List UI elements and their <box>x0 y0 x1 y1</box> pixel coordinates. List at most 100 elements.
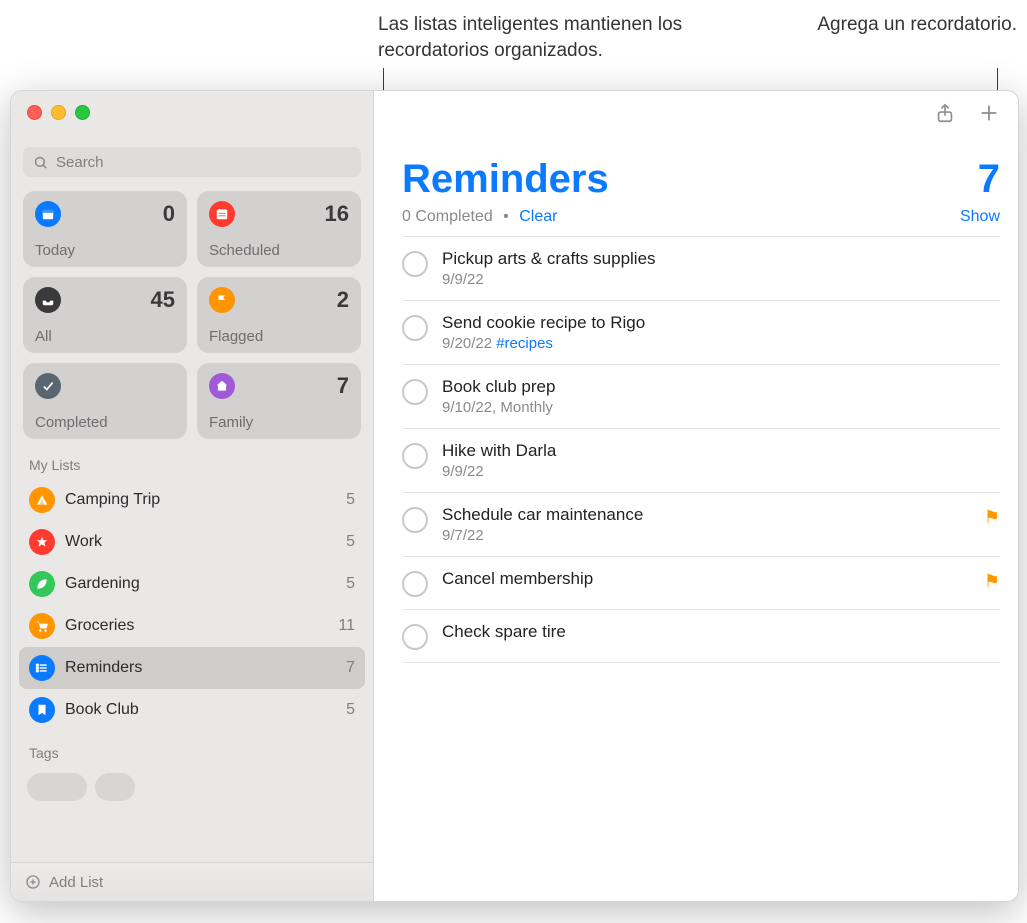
smart-label: Scheduled <box>209 242 349 259</box>
tags-header: Tags <box>11 731 373 767</box>
search-icon <box>33 155 48 170</box>
tag-chip[interactable] <box>27 773 87 801</box>
callout-add-reminder: Agrega un recordatorio. <box>817 12 1017 38</box>
reminder-checkbox[interactable] <box>402 507 428 533</box>
smart-list-all[interactable]: 45 All <box>23 277 187 353</box>
sidebar-list-item[interactable]: Gardening 5 <box>19 563 365 605</box>
tray-icon <box>35 287 61 313</box>
cart-icon <box>29 613 55 639</box>
flag-icon: ⚑ <box>984 571 1000 592</box>
star-icon <box>29 529 55 555</box>
list-name: Groceries <box>65 617 328 635</box>
reminder-subtitle: 9/9/22 <box>442 271 1000 288</box>
tag-chip[interactable] <box>95 773 135 801</box>
smart-label: Today <box>35 242 175 259</box>
smart-count: 7 <box>337 373 349 399</box>
completed-status: 0 Completed • Clear <box>402 208 557 226</box>
reminder-item[interactable]: Cancel membership ⚑ <box>402 556 1000 609</box>
smart-label: Family <box>209 414 349 431</box>
search-input[interactable] <box>54 153 351 172</box>
reminder-list: Pickup arts & crafts supplies 9/9/22 Send … <box>402 236 1000 663</box>
calendar-icon <box>35 201 61 227</box>
list-icon <box>29 655 55 681</box>
list-count: 7 <box>346 659 355 677</box>
reminder-item[interactable]: Pickup arts & crafts supplies 9/9/22 <box>402 236 1000 300</box>
smart-count: 2 <box>337 287 349 313</box>
search-field[interactable] <box>23 147 361 177</box>
reminder-subtitle: 9/9/22 <box>442 463 1000 480</box>
reminder-checkbox[interactable] <box>402 624 428 650</box>
reminder-subtitle: 9/7/22 <box>442 527 970 544</box>
callout-smart-lists: Las listas inteligentes mantienen los re… <box>378 12 758 63</box>
calendar-lines-icon <box>209 201 235 227</box>
reminder-tag[interactable]: #recipes <box>496 335 553 352</box>
leaf-icon <box>29 571 55 597</box>
clear-button[interactable]: Clear <box>519 208 557 225</box>
zoom-window-button[interactable] <box>75 105 90 120</box>
sidebar-list-item[interactable]: Book Club 5 <box>19 689 365 731</box>
sidebar: 0 Today 16 Scheduled <box>11 91 374 901</box>
share-icon[interactable] <box>934 102 956 124</box>
toolbar <box>402 91 1000 135</box>
smart-count: 45 <box>151 287 175 313</box>
reminder-title: Schedule car maintenance <box>442 505 970 525</box>
smart-list-today[interactable]: 0 Today <box>23 191 187 267</box>
reminder-checkbox[interactable] <box>402 379 428 405</box>
reminder-item[interactable]: Book club prep9/10/22, Monthly <box>402 364 1000 428</box>
smart-list-flagged[interactable]: 2 Flagged <box>197 277 361 353</box>
page-count: 7 <box>978 157 1000 202</box>
add-reminder-button[interactable] <box>978 102 1000 124</box>
my-lists: Camping Trip5 Work 5 Gardening 5 Groceries 11 R… <box>11 479 373 731</box>
list-count: 11 <box>338 617 355 635</box>
reminder-item[interactable]: Hike with Darla 9/9/22 <box>402 428 1000 492</box>
list-count: 5 <box>346 533 355 551</box>
sidebar-list-item[interactable]: Work 5 <box>19 521 365 563</box>
smart-lists-grid: 0 Today 16 Scheduled <box>11 185 373 443</box>
window-controls <box>11 91 373 135</box>
sidebar-list-item[interactable]: Camping Trip5 <box>19 479 365 521</box>
app-window: 0 Today 16 Scheduled <box>10 90 1019 902</box>
smart-list-completed[interactable]: Completed <box>23 363 187 439</box>
smart-label: Completed <box>35 414 175 431</box>
flag-icon: ⚑ <box>984 507 1000 528</box>
reminder-checkbox[interactable] <box>402 251 428 277</box>
show-button[interactable]: Show <box>960 208 1000 226</box>
reminder-title: Hike with Darla <box>442 441 1000 461</box>
reminder-checkbox[interactable] <box>402 443 428 469</box>
reminder-title: Check spare tire <box>442 622 1000 642</box>
completed-text: 0 Completed <box>402 208 493 225</box>
reminder-item[interactable]: Check spare tire <box>402 609 1000 663</box>
page-title: Reminders <box>402 157 609 202</box>
smart-list-scheduled[interactable]: 16 Scheduled <box>197 191 361 267</box>
list-name: Gardening <box>65 575 336 593</box>
check-icon <box>35 373 61 399</box>
close-window-button[interactable] <box>27 105 42 120</box>
house-icon <box>209 373 235 399</box>
reminder-checkbox[interactable] <box>402 315 428 341</box>
smart-count: 16 <box>325 201 349 227</box>
main-panel: Reminders 7 0 Completed • Clear Show Pic… <box>374 91 1018 901</box>
reminder-checkbox[interactable] <box>402 571 428 597</box>
reminder-title: Cancel membership <box>442 569 970 589</box>
sidebar-list-item[interactable]: Reminders 7 <box>19 647 365 689</box>
list-name: Work <box>65 533 336 551</box>
flag-icon <box>209 287 235 313</box>
minimize-window-button[interactable] <box>51 105 66 120</box>
reminder-title: Pickup arts & crafts supplies <box>442 249 1000 269</box>
list-count: 5 <box>346 701 355 719</box>
reminder-item[interactable]: Schedule car maintenance 9/7/22 ⚑ <box>402 492 1000 556</box>
list-name: Book Club <box>65 701 336 719</box>
tags-row <box>11 767 373 807</box>
reminder-subtitle: 9/20/22 #recipes <box>442 335 1000 352</box>
my-lists-header: My Lists <box>11 443 373 479</box>
reminder-title: Send cookie recipe to Rigo <box>442 313 1000 333</box>
list-name: Reminders <box>65 659 336 677</box>
smart-label: Flagged <box>209 328 349 345</box>
reminder-item[interactable]: Send cookie recipe to Rigo 9/20/22 #recip… <box>402 300 1000 364</box>
sidebar-list-item[interactable]: Groceries 11 <box>19 605 365 647</box>
list-count: 5 <box>346 575 355 593</box>
smart-list-family[interactable]: 7 Family <box>197 363 361 439</box>
plus-circle-icon <box>25 874 41 890</box>
reminder-subtitle: 9/10/22, Monthly <box>442 399 1000 416</box>
add-list-button[interactable]: Add List <box>11 862 373 901</box>
